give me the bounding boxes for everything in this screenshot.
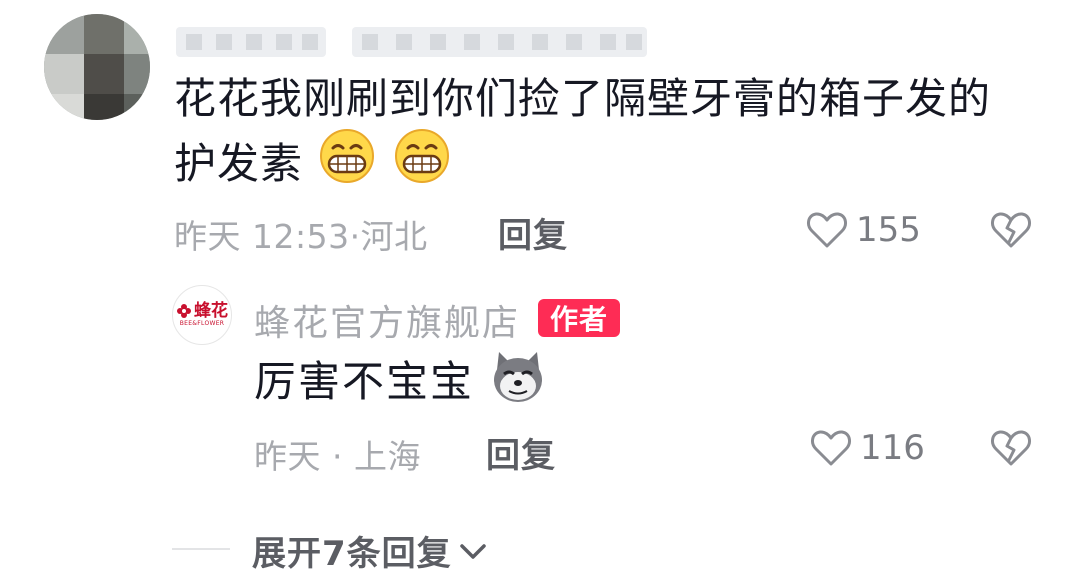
- grin-emoji: [320, 129, 375, 183]
- brand-avatar-subtext: BEE&FLOWER: [179, 320, 225, 327]
- expand-divider: [172, 548, 230, 550]
- comment-text-line2: 护发素: [174, 139, 304, 188]
- reply-reply-button[interactable]: 回复: [486, 428, 556, 477]
- reply-location: 上海: [354, 437, 421, 476]
- comment-meta: 昨天 12:53·河北: [174, 210, 428, 258]
- commenter-avatar[interactable]: [44, 14, 150, 120]
- heart-outline-icon: [807, 212, 847, 248]
- comment-reply-button[interactable]: 回复: [498, 208, 568, 257]
- brand-avatar[interactable]: 蜂花 BEE&FLOWER: [172, 285, 232, 345]
- comment-text: 花花我刚刷到你们捡了隔壁牙膏的箱子发的 护发素: [174, 70, 1034, 193]
- meta-separator: ·: [349, 217, 361, 256]
- comment-time: 昨天 12:53: [174, 217, 350, 256]
- flower-logo-icon: [177, 304, 191, 318]
- comment-like-button[interactable]: 155: [806, 210, 921, 250]
- grin-emoji: [394, 129, 449, 183]
- expand-replies-button[interactable]: 展开7条回复: [252, 526, 488, 575]
- dislike-heart-icon[interactable]: [990, 210, 1032, 250]
- author-badge: 作者: [538, 299, 620, 337]
- reply-username[interactable]: 蜂花官方旗舰店: [254, 294, 520, 346]
- heart-outline-icon: [811, 430, 851, 466]
- comment-like-count: 155: [856, 210, 921, 250]
- chevron-down-icon: [459, 543, 486, 559]
- reply-text-content: 厉害不宝宝: [254, 357, 475, 406]
- reply-text: 厉害不宝宝: [254, 350, 547, 411]
- reply-meta: 昨天 · 上海: [254, 430, 421, 478]
- reply-like-button[interactable]: 116: [810, 428, 925, 468]
- meta-separator: ·: [332, 437, 343, 476]
- husky-dog-emoji: [494, 352, 543, 402]
- comment-location: 河北: [360, 217, 428, 256]
- comment-text-line1: 花花我刚刷到你们捡了隔壁牙膏的箱子发的: [174, 74, 992, 123]
- expand-replies-label: 展开7条回复: [252, 534, 452, 574]
- brand-avatar-text: 蜂花: [194, 301, 228, 321]
- reply-time: 昨天: [254, 437, 321, 476]
- commenter-username-redacted[interactable]: [176, 22, 647, 62]
- dislike-heart-icon[interactable]: [990, 428, 1032, 468]
- reply-like-count: 116: [860, 428, 925, 468]
